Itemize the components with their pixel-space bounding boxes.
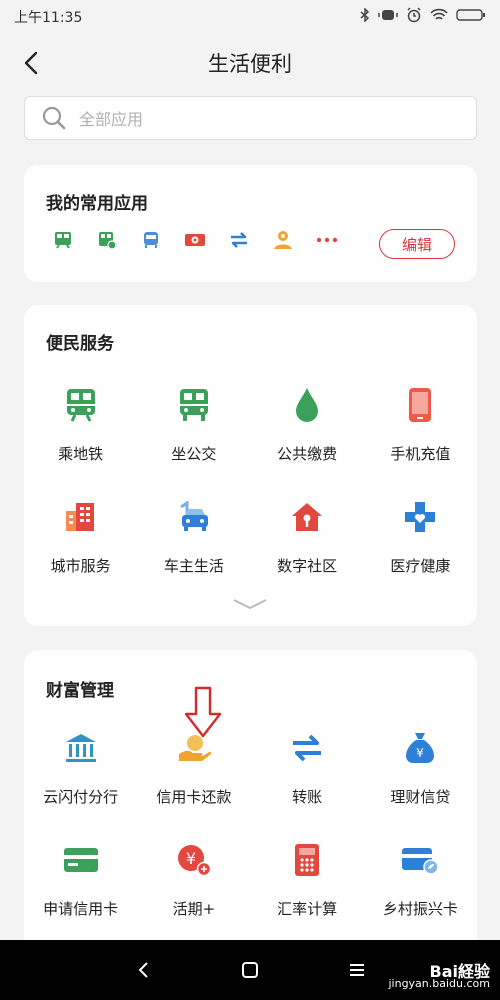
service-label: 医疗健康 — [390, 557, 451, 575]
water-drop-icon — [287, 385, 327, 425]
svg-text:¥: ¥ — [186, 849, 196, 868]
money-bag-icon: ¥ — [400, 728, 440, 768]
service-item-phone-topup[interactable]: 手机充值 — [364, 385, 477, 497]
bus-card-icon[interactable] — [94, 227, 120, 253]
favorites-title: 我的常用应用 — [46, 194, 148, 214]
service-item-community[interactable]: 数字社区 — [251, 497, 364, 609]
watermark: Bai経验 jingyan.baidu.com — [388, 964, 490, 990]
nav-back-button[interactable] — [128, 955, 158, 985]
calculator-icon — [287, 840, 327, 880]
service-label: 城市服务 — [50, 557, 111, 575]
service-label: 车主生活 — [163, 557, 224, 575]
wealth-grid: 云闪付分行 信用卡还款 转账 ¥ 理财信贷 申请信用卡 ¥ 活期+ 汇率计算 乡… — [24, 728, 477, 952]
battery-icon — [456, 8, 486, 26]
service-item-utilities[interactable]: 公共缴费 — [251, 385, 364, 497]
house-icon — [287, 497, 327, 537]
search-input[interactable]: 全部应用 — [24, 96, 477, 140]
status-icons — [360, 7, 486, 27]
yuan-plus-icon: ¥ — [174, 840, 214, 880]
service-label: 公共缴费 — [277, 445, 338, 463]
wealth-item-transfer[interactable]: 转账 — [251, 728, 364, 840]
status-bar: 上午11:35 — [0, 0, 500, 34]
wealth-title: 财富管理 — [46, 681, 114, 701]
wealth-item-current-plus[interactable]: ¥ 活期+ — [137, 840, 250, 952]
nav-menu-button[interactable] — [342, 955, 372, 985]
bus-icon — [174, 385, 214, 425]
wealth-item-apply-card[interactable]: 申请信用卡 — [24, 840, 137, 952]
bank-icon — [61, 728, 101, 768]
service-item-city[interactable]: 城市服务 — [24, 497, 137, 609]
nav-home-button[interactable] — [235, 955, 265, 985]
bluetooth-icon — [360, 7, 370, 26]
wealth-item-finance[interactable]: ¥ 理财信贷 — [364, 728, 477, 840]
svg-text:¥: ¥ — [417, 746, 425, 760]
search-placeholder: 全部应用 — [79, 110, 144, 129]
wealth-label: 汇率计算 — [277, 900, 338, 918]
alarm-icon — [406, 7, 422, 27]
cash-icon[interactable] — [182, 227, 208, 253]
status-time: 上午11:35 — [14, 10, 83, 26]
service-item-car[interactable]: 车主生活 — [137, 497, 250, 609]
wealth-item-branch[interactable]: 云闪付分行 — [24, 728, 137, 840]
wealth-label: 理财信贷 — [390, 788, 451, 806]
card-leaf-icon — [400, 840, 440, 880]
medical-cross-icon — [400, 497, 440, 537]
wealth-label: 乡村振兴卡 — [382, 900, 458, 918]
subway-icon[interactable] — [50, 227, 76, 253]
subway-icon — [61, 385, 101, 425]
city-building-icon — [61, 497, 101, 537]
service-label: 手机充值 — [390, 445, 451, 463]
chevron-left-icon — [24, 51, 38, 75]
edit-button[interactable]: 编辑 — [379, 229, 455, 259]
back-triangle-icon — [138, 962, 149, 978]
wealth-item-fx-calc[interactable]: 汇率计算 — [251, 840, 364, 952]
page-title: 生活便利 — [208, 52, 292, 76]
wealth-label: 申请信用卡 — [43, 900, 119, 918]
annotation-arrow-icon — [183, 686, 223, 742]
wealth-label: 云闪付分行 — [43, 788, 119, 806]
services-card: 便民服务 乘地铁 坐公交 公共缴费 手机充值 城市服务 车主生活 数字社区 医疗… — [24, 305, 477, 626]
expand-button[interactable] — [232, 595, 268, 614]
service-item-medical[interactable]: 医疗健康 — [364, 497, 477, 609]
service-label: 坐公交 — [171, 445, 217, 463]
wealth-card: 财富管理 云闪付分行 信用卡还款 转账 ¥ 理财信贷 申请信用卡 ¥ 活期+ 汇… — [24, 650, 477, 950]
transfer-icon[interactable] — [226, 227, 252, 253]
more-icon[interactable] — [314, 227, 340, 253]
search-icon — [42, 106, 66, 130]
services-grid: 乘地铁 坐公交 公共缴费 手机充值 城市服务 车主生活 数字社区 医疗健康 — [24, 385, 477, 609]
user-coin-icon[interactable] — [270, 227, 296, 253]
phone-icon — [400, 385, 440, 425]
vibrate-icon — [378, 8, 398, 26]
service-label: 数字社区 — [277, 557, 338, 575]
service-label: 乘地铁 — [58, 445, 104, 463]
wifi-icon — [430, 8, 448, 26]
car-icon — [174, 497, 214, 537]
system-nav-bar: Bai経验 jingyan.baidu.com — [0, 940, 500, 1000]
transfer-icon — [287, 728, 327, 768]
back-button[interactable] — [14, 46, 48, 80]
favorites-card: 我的常用应用 编辑 — [24, 165, 477, 282]
favorites-icon-row — [50, 227, 340, 253]
home-square-icon — [241, 962, 258, 978]
bus-icon[interactable] — [138, 227, 164, 253]
chevron-down-icon — [233, 599, 267, 610]
wealth-label: 活期+ — [172, 900, 216, 918]
wealth-label: 信用卡还款 — [156, 788, 232, 806]
wealth-item-card-repay[interactable]: 信用卡还款 — [137, 728, 250, 840]
wealth-label: 转账 — [292, 788, 323, 806]
menu-icon — [349, 964, 364, 976]
header: 生活便利 — [0, 34, 500, 92]
service-item-subway[interactable]: 乘地铁 — [24, 385, 137, 497]
service-item-bus[interactable]: 坐公交 — [137, 385, 250, 497]
watermark-domain: jingyan.baidu.com — [388, 977, 490, 990]
services-title: 便民服务 — [46, 334, 114, 354]
wealth-item-rural-card[interactable]: 乡村振兴卡 — [364, 840, 477, 952]
credit-card-icon — [61, 840, 101, 880]
